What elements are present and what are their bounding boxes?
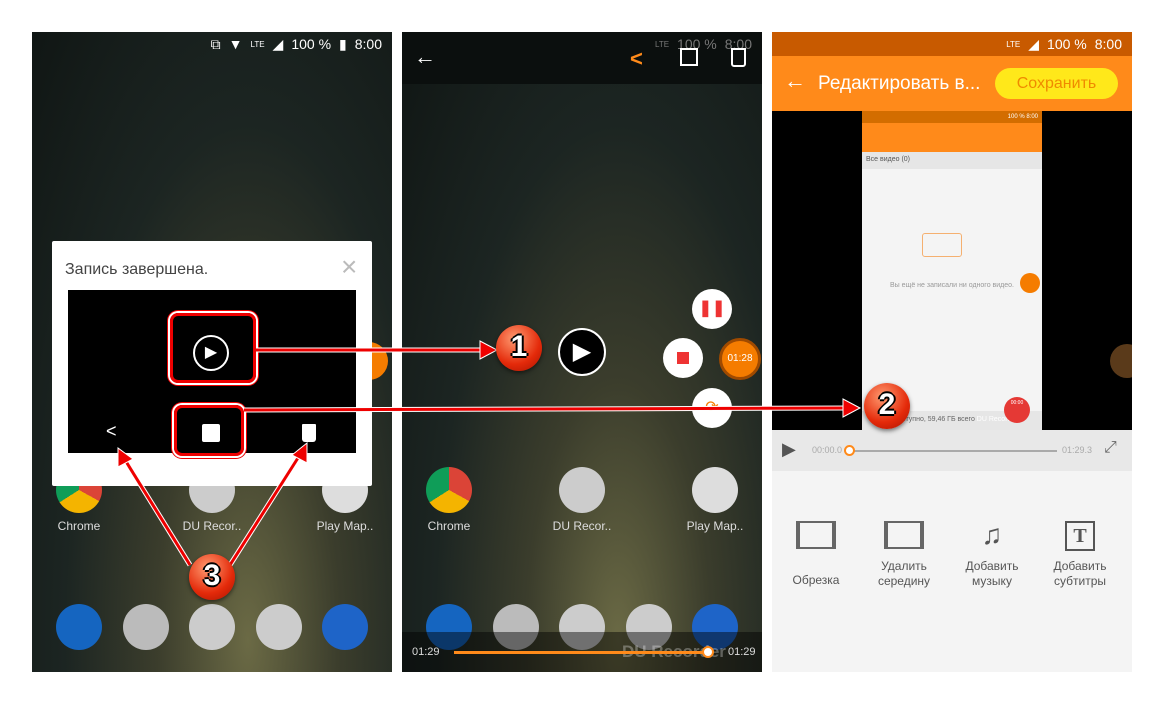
arrow-3a xyxy=(120,454,192,566)
arrow-2 xyxy=(243,406,853,412)
arrow-3b xyxy=(228,449,305,566)
annotation-badge-2: 2 xyxy=(864,383,910,429)
annotation-arrows xyxy=(117,340,862,567)
annotation-badge-1: 1 xyxy=(496,325,542,371)
annotation-badge-3: 3 xyxy=(189,554,235,600)
